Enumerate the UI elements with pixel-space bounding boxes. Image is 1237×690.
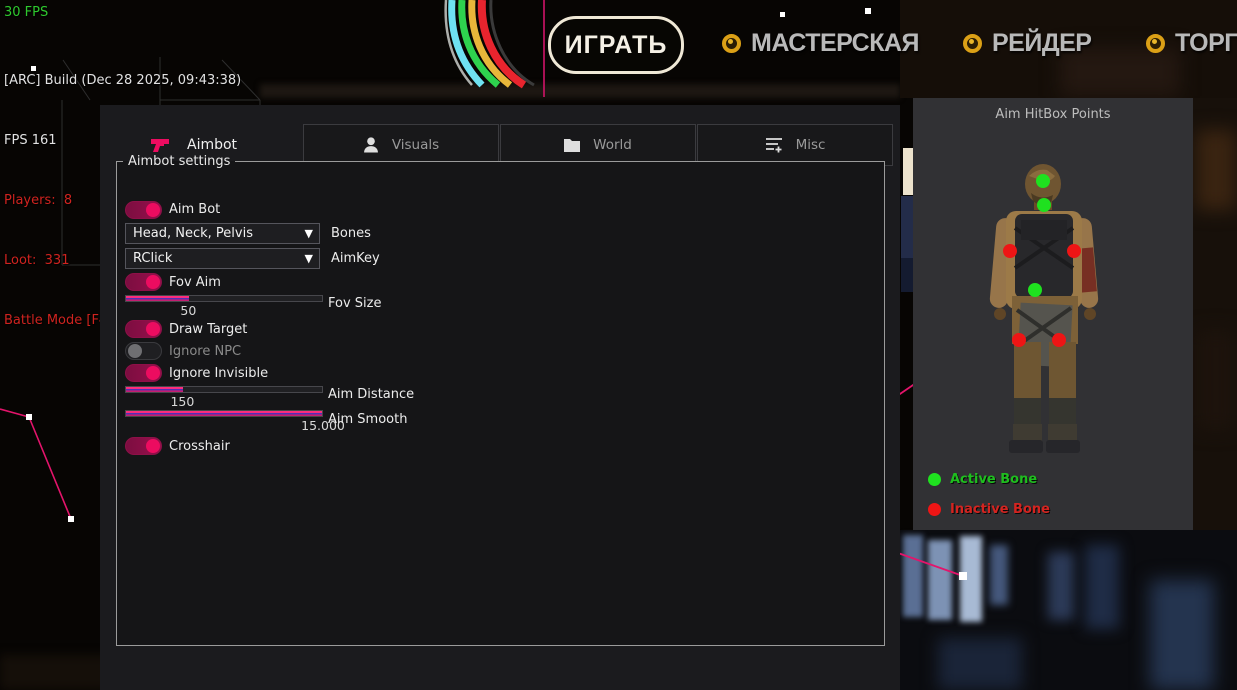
slider-fill (126, 296, 189, 301)
hud-build: [ARC] Build (Dec 28 2025, 09:43:38) (4, 71, 241, 91)
fov-aim-toggle[interactable] (125, 273, 162, 291)
chevron-down-icon: ▼ (305, 252, 319, 265)
draw-target-toggle[interactable] (125, 320, 162, 338)
crosshair-toggle[interactable] (125, 437, 162, 455)
bones-label: Bones (331, 226, 371, 242)
fov-size-slider[interactable] (125, 295, 323, 302)
tab-label: Misc (796, 137, 826, 153)
legend-label: Inactive Bone (950, 502, 1050, 517)
sliders-icon (765, 137, 783, 154)
play-button[interactable]: ИГРАТЬ (548, 16, 684, 74)
toggle-knob (146, 366, 160, 380)
menu-item-label: РЕЙДЕР (992, 29, 1091, 58)
fov-size-value: 50 (180, 303, 196, 318)
slider-fill (126, 387, 183, 392)
chevron-down-icon: ▼ (305, 227, 319, 240)
group-title: Aimbot settings (123, 154, 235, 169)
aim-bot-toggle[interactable] (125, 201, 162, 219)
menu-item-workshop[interactable]: МАСТЕРСКАЯ (722, 28, 919, 58)
crosshair-label: Crosshair (169, 439, 230, 455)
toggle-knob (146, 439, 160, 453)
toggle-knob (146, 322, 160, 336)
bones-value: Head, Neck, Pelvis (126, 226, 305, 241)
hitbox-panel: Aim HitBox Points (913, 98, 1193, 530)
person-icon (363, 137, 379, 153)
toggle-knob (146, 275, 160, 289)
pistol-icon (150, 137, 171, 153)
bones-select[interactable]: Head, Neck, Pelvis ▼ (125, 223, 320, 244)
menu-item-trade[interactable]: ТОРГО (1146, 28, 1237, 58)
inactive-bone-dot-icon (928, 503, 941, 516)
aim-distance-value: 150 (170, 394, 194, 409)
aim-distance-label: Aim Distance (328, 387, 414, 403)
legend-inactive-bone: Inactive Bone (928, 502, 1050, 517)
coin-icon (722, 34, 741, 53)
cheat-menu-panel: Aimbot Visuals World Misc Aimbot (100, 105, 900, 690)
tab-label: World (593, 137, 632, 153)
aimbot-settings-group: Aimbot settings Aim Bot Head, Neck, Pelv… (116, 154, 885, 646)
aimkey-label: AimKey (331, 251, 380, 267)
player-model (913, 98, 1193, 530)
menu-item-raider[interactable]: РЕЙДЕР (963, 28, 1091, 58)
toggle-knob (146, 203, 160, 217)
hud-marker-dot (31, 66, 36, 71)
ignore-invisible-label: Ignore Invisible (169, 366, 268, 382)
ignore-npc-toggle[interactable] (125, 342, 162, 360)
aimkey-select[interactable]: RClick ▼ (125, 248, 320, 269)
aim-smooth-slider[interactable] (125, 410, 323, 417)
tab-label: Aimbot (187, 137, 237, 153)
legend-active-bone: Active Bone (928, 472, 1037, 487)
slider-fill (126, 411, 322, 416)
tab-label: Visuals (392, 137, 439, 153)
legend-label: Active Bone (950, 472, 1037, 487)
menu-item-label: МАСТЕРСКАЯ (751, 29, 919, 58)
toggle-knob (128, 344, 142, 358)
draw-target-label: Draw Target (169, 322, 247, 338)
hud-marker-dot (780, 12, 785, 17)
ignore-npc-label: Ignore NPC (169, 344, 241, 360)
screen: 30 FPS [ARC] Build (Dec 28 2025, 09:43:3… (0, 0, 1237, 690)
active-bone-dot-icon (928, 473, 941, 486)
aimkey-value: RClick (126, 251, 305, 266)
aim-distance-slider[interactable] (125, 386, 323, 393)
fov-aim-label: Fov Aim (169, 275, 221, 291)
hud-fps-overlay: 30 FPS (4, 3, 48, 23)
coin-icon (1146, 34, 1165, 53)
aim-smooth-label: Aim Smooth (328, 412, 407, 428)
folder-icon (564, 138, 580, 152)
coin-icon (963, 34, 982, 53)
fov-size-label: Fov Size (328, 296, 381, 312)
aim-bot-label: Aim Bot (169, 202, 220, 218)
hud-marker-dot (865, 8, 871, 14)
ignore-invisible-toggle[interactable] (125, 364, 162, 382)
menu-item-label: ТОРГО (1175, 29, 1237, 58)
